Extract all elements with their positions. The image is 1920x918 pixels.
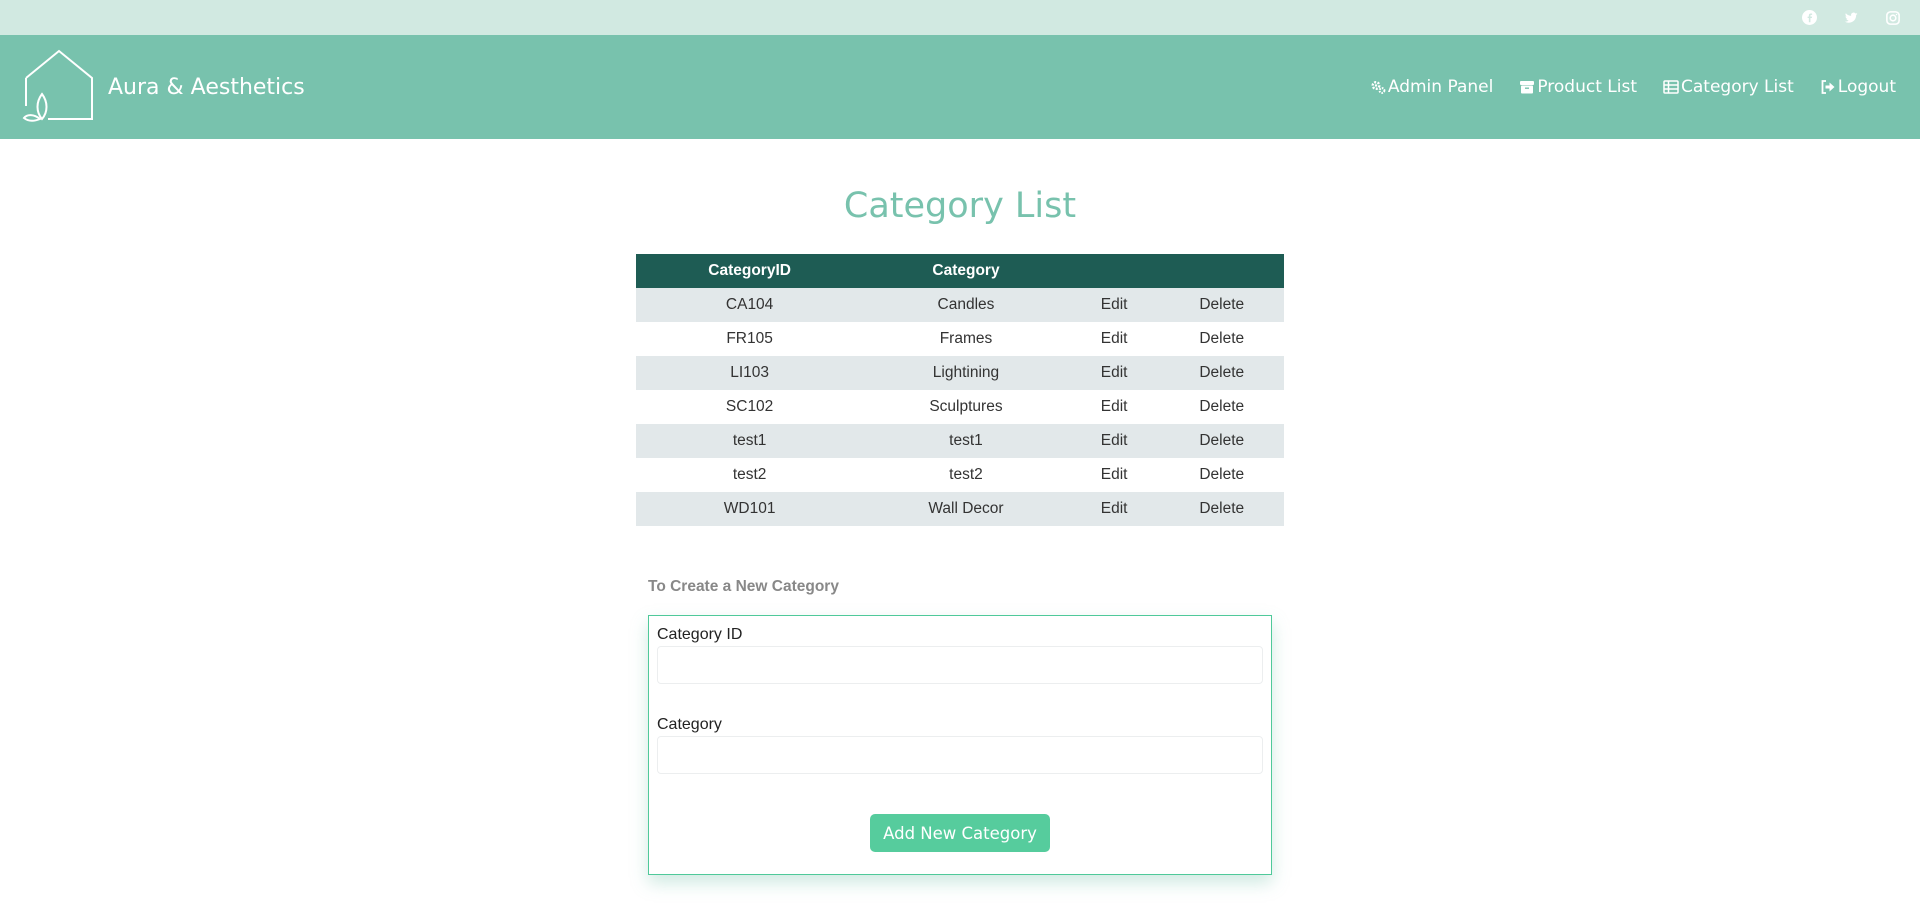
table-row: CA104 Candles Edit Delete	[636, 288, 1284, 322]
cell-category: test1	[863, 424, 1069, 458]
add-category-button[interactable]: Add New Category	[870, 814, 1050, 852]
delete-link[interactable]: Delete	[1159, 390, 1284, 424]
edit-link[interactable]: Edit	[1068, 492, 1160, 526]
cell-category-id: test1	[636, 424, 864, 458]
table-row: WD101 Wall Decor Edit Delete	[636, 492, 1284, 526]
box-icon	[1520, 81, 1535, 94]
nav-logout-label: Logout	[1837, 77, 1896, 97]
navbar: Aura & Aesthetics Admin Panel Product Li…	[0, 35, 1920, 139]
cell-category-id: SC102	[725, 398, 774, 415]
submit-wrap: Add New Category	[657, 814, 1263, 852]
brand[interactable]: Aura & Aesthetics	[22, 48, 305, 127]
nav-product-list[interactable]: Product List	[1519, 77, 1637, 97]
header-edit	[1068, 254, 1160, 288]
edit-link[interactable]: Edit	[1069, 390, 1160, 424]
cell-category: Wall Decor	[863, 492, 1069, 526]
category-table: CategoryID Category CA104 Candles Edit D…	[636, 254, 1284, 526]
new-category-form: Category ID Category Add New Category	[648, 615, 1272, 875]
cell-category-id: CA104	[636, 288, 864, 322]
delete-link[interactable]: Delete	[1159, 424, 1284, 458]
create-category-heading: To Create a New Category	[648, 578, 839, 595]
cell-category: Candles	[863, 288, 1069, 322]
header-category: Category	[863, 254, 1069, 288]
table-header-row: CategoryID Category	[636, 254, 1284, 288]
main-nav: Admin Panel Product List Category List L…	[1370, 77, 1896, 97]
house-leaf-logo-icon	[22, 48, 96, 127]
table-row: test1 test1 Edit Delete	[636, 424, 1284, 458]
cell-category-id: LI103	[636, 356, 864, 390]
instagram-icon[interactable]	[1884, 9, 1902, 27]
edit-link[interactable]: Edit	[1068, 424, 1160, 458]
page-title: Category List	[843, 186, 1077, 226]
cell-category: Sculptures	[929, 398, 1003, 415]
table-row: test2 test2 Edit Delete	[636, 458, 1284, 492]
category-id-input[interactable]	[657, 646, 1263, 684]
delete-link[interactable]: Delete	[1159, 356, 1284, 390]
cell-category: test2	[949, 466, 983, 483]
cell-category-id: test2	[732, 466, 767, 483]
table-row: SC102 Sculptures Edit Delete	[636, 390, 1284, 424]
table-icon	[1663, 80, 1679, 94]
table-row: LI103 Lightining Edit Delete	[636, 356, 1284, 390]
nav-admin-panel[interactable]: Admin Panel	[1370, 77, 1493, 97]
header-category-id: CategoryID	[636, 254, 864, 288]
twitter-icon[interactable]	[1842, 9, 1860, 27]
nav-admin-panel-label: Admin Panel	[1387, 77, 1494, 97]
cell-category-id: WD101	[636, 492, 864, 526]
cell-category: Frames	[939, 330, 993, 347]
nav-category-list-label: Category List	[1681, 77, 1794, 97]
edit-link[interactable]: Edit	[1068, 288, 1160, 322]
edit-link[interactable]: Edit	[1069, 458, 1160, 492]
brand-name: Aura & Aesthetics	[108, 74, 305, 100]
logout-icon	[1821, 80, 1835, 94]
category-input[interactable]	[657, 736, 1263, 774]
edit-link[interactable]: Edit	[1069, 322, 1160, 356]
delete-link[interactable]: Delete	[1159, 458, 1284, 492]
social-bar	[0, 0, 1920, 35]
delete-link[interactable]: Delete	[1159, 322, 1284, 356]
category-id-label: Category ID	[657, 626, 743, 643]
table-row: FR105 Frames Edit Delete	[636, 322, 1284, 356]
edit-link[interactable]: Edit	[1068, 356, 1160, 390]
category-label: Category	[657, 716, 722, 733]
facebook-icon[interactable]	[1800, 9, 1818, 27]
cell-category-id: FR105	[726, 330, 773, 347]
delete-link[interactable]: Delete	[1159, 492, 1284, 526]
nav-product-list-label: Product List	[1537, 77, 1637, 97]
cell-category: Lightining	[863, 356, 1069, 390]
gears-icon	[1371, 81, 1386, 94]
nav-logout[interactable]: Logout	[1820, 77, 1896, 97]
delete-link[interactable]: Delete	[1159, 288, 1284, 322]
header-delete	[1159, 254, 1284, 288]
nav-category-list[interactable]: Category List	[1663, 77, 1794, 97]
